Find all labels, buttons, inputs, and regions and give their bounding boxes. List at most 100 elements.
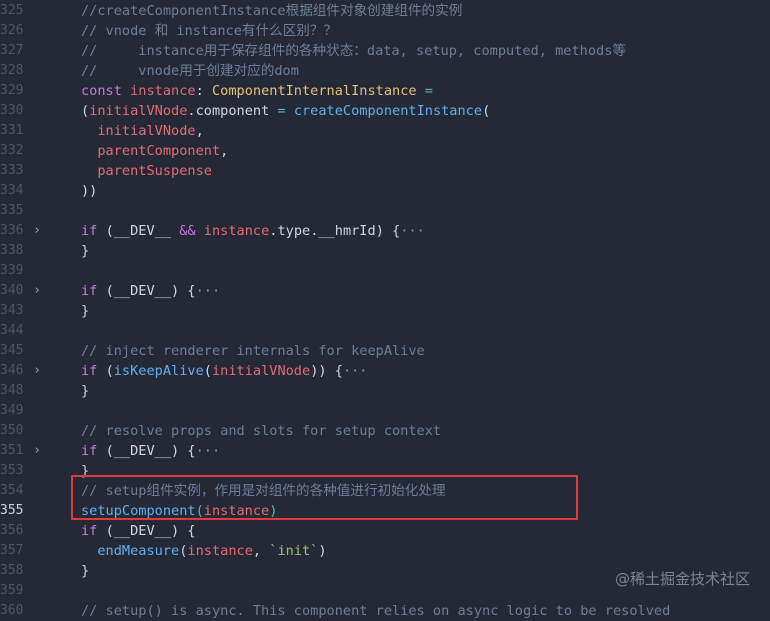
code-line[interactable]: 335 (0, 201, 770, 221)
code-token: (__DEV__) { (105, 283, 196, 299)
fold-chevron-icon[interactable]: › (31, 441, 43, 461)
code-token: )) (81, 183, 98, 199)
code-token: ··· (342, 363, 368, 379)
code-text: if (__DEV__ && instance.type.__hmrId) {·… (81, 221, 425, 241)
code-line[interactable]: 331 initialVNode, (0, 121, 770, 141)
code-text: } (81, 381, 89, 401)
code-line[interactable]: 344 (0, 321, 770, 341)
code-text: )) (81, 181, 97, 201)
fold-chevron-icon[interactable]: › (31, 361, 43, 381)
code-line[interactable]: 325 //createComponentInstance根据组件对象创建组件的实… (0, 1, 770, 21)
code-text: } (81, 561, 89, 581)
code-text: //createComponentInstance根据组件对象创建组件的实例 (81, 1, 462, 21)
code-text: if (__DEV__) { (81, 521, 196, 541)
code-line[interactable]: 334)) (0, 181, 770, 201)
code-token: __hmrId (318, 223, 376, 239)
code-text: initialVNode, (81, 121, 204, 141)
line-number: 354 (0, 483, 24, 498)
code-line[interactable]: 350 // resolve props and slots for setup … (0, 421, 770, 441)
code-text: // resolve props and slots for setup con… (81, 421, 441, 441)
code-token: `init` (269, 543, 319, 559)
code-token: } (81, 243, 90, 259)
line-number: 325 (0, 3, 24, 18)
code-line[interactable]: 339 (0, 261, 770, 281)
code-token: ( (482, 103, 491, 119)
line-number: 326 (0, 23, 24, 38)
code-line[interactable]: 329 const instance: ComponentInternalInst… (0, 81, 770, 101)
code-token: ComponentInternalInstance (211, 83, 417, 99)
code-token: if (81, 523, 106, 539)
code-token: // setup() is async. This component reli… (81, 603, 671, 619)
code-line[interactable]: 343} (0, 301, 770, 321)
annotation-highlight-box (71, 475, 578, 520)
code-line[interactable]: 351 › if (__DEV__) {··· (0, 441, 770, 461)
code-line[interactable]: 340 › if (__DEV__) {··· (0, 281, 770, 301)
code-text: // vnode用于创建对应的dom (81, 61, 299, 81)
code-token: ( (203, 363, 212, 379)
code-text: // inject renderer internals for keepAli… (81, 341, 425, 361)
line-number: 351 (0, 443, 24, 458)
code-token: // inject renderer internals for keepAli… (81, 343, 425, 359)
code-line[interactable]: 348} (0, 381, 770, 401)
fold-chevron-icon[interactable]: › (31, 221, 43, 241)
code-token: (__DEV__) { (105, 523, 196, 539)
line-number: 328 (0, 63, 24, 78)
code-line[interactable]: 336 › if (__DEV__ && instance.type.__hmrId… (0, 221, 770, 241)
code-token: // instance用于保存组件的各种状态：data, setup, comp… (81, 43, 627, 59)
code-line[interactable]: 333 parentSuspense (0, 161, 770, 181)
code-token: if (81, 363, 106, 379)
code-text: // vnode 和 instance有什么区别？？ (81, 21, 337, 41)
code-text: } (81, 241, 89, 261)
line-number: 349 (0, 403, 24, 418)
code-token: if (81, 283, 106, 299)
code-line[interactable]: 338} (0, 241, 770, 261)
line-number: 357 (0, 543, 24, 558)
code-line[interactable]: 328 // vnode用于创建对应的dom (0, 61, 770, 81)
code-token: initialVNode (211, 363, 311, 379)
code-token: // resolve props and slots for setup con… (81, 423, 442, 439)
line-number: 359 (0, 583, 24, 598)
watermark: @稀土掘金技术社区 (614, 570, 750, 588)
code-token: ( (81, 103, 90, 119)
code-line[interactable]: 360 // setup() is async. This component r… (0, 601, 770, 621)
code-line[interactable]: 357 endMeasure(instance, `init`) (0, 541, 770, 561)
code-token: instance (130, 83, 196, 99)
code-line[interactable]: 330 (initialVNode.component = createCompo… (0, 101, 770, 121)
code-token: ··· (400, 223, 425, 239)
code-token: endMeasure (81, 543, 180, 559)
line-number: 336 (0, 223, 24, 238)
line-number: 338 (0, 243, 24, 258)
code-token: // vnode用于创建对应的dom (81, 63, 299, 79)
code-line[interactable]: 345 // inject renderer internals for keep… (0, 341, 770, 361)
line-number: 327 (0, 43, 24, 58)
code-line[interactable]: 327 // instance用于保存组件的各种状态：data, setup, c… (0, 41, 770, 61)
code-token: if (81, 223, 106, 239)
code-line[interactable]: 356 if (__DEV__) { (0, 521, 770, 541)
code-token: //createComponentInstance根据组件对象创建组件的实例 (81, 3, 463, 19)
line-number: 356 (0, 523, 24, 538)
line-number: 343 (0, 303, 24, 318)
code-line[interactable]: 332 parentComponent, (0, 141, 770, 161)
code-token: initialVNode (89, 103, 188, 119)
code-token: } (81, 383, 90, 399)
code-text: parentComponent, (81, 141, 228, 161)
code-line[interactable]: 349 (0, 401, 770, 421)
code-token: )) { (310, 363, 343, 379)
line-number: 344 (0, 323, 24, 338)
code-line[interactable]: 326 // vnode 和 instance有什么区别？？ (0, 21, 770, 41)
code-token: (__DEV__) { (105, 443, 196, 459)
fold-chevron-icon[interactable]: › (31, 281, 43, 301)
code-token: ) { (375, 223, 401, 239)
code-token: } (81, 563, 90, 579)
code-token: ( (105, 363, 114, 379)
code-token: : (195, 83, 212, 99)
code-line[interactable]: 346 › if (isKeepAlive(initialVNode)) {··· (0, 361, 770, 381)
code-token: initialVNode (81, 123, 196, 139)
code-token: createComponentInstance (293, 103, 483, 119)
line-number: 332 (0, 143, 24, 158)
code-token: instance (187, 543, 253, 559)
code-token: , (195, 123, 204, 139)
code-text: (initialVNode.component = createComponen… (81, 101, 490, 121)
code-token: } (81, 303, 90, 319)
code-token: isKeepAlive (113, 363, 204, 379)
